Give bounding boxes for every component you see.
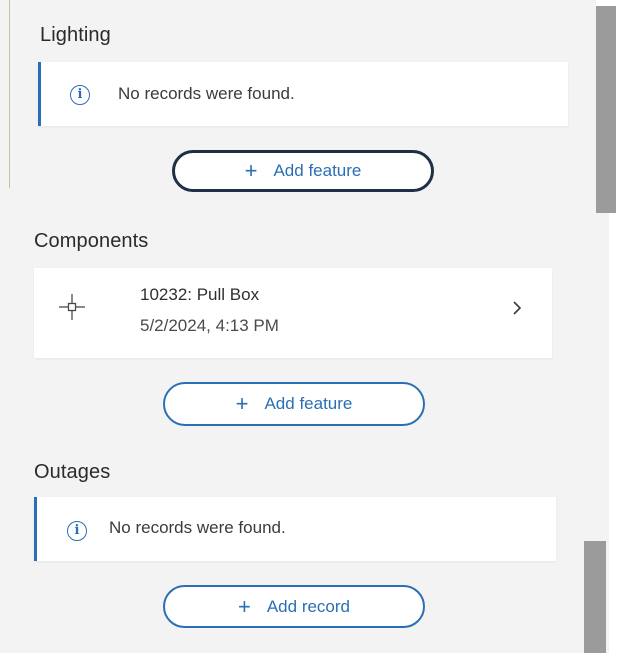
components-section-title: Components — [34, 230, 149, 252]
outages-notice-text: No records were found. — [109, 518, 286, 537]
info-icon: i — [70, 85, 90, 105]
lighting-panel: Lighting i No records were found. + Add … — [0, 0, 596, 213]
outages-empty-notice: i No records were found. — [34, 497, 556, 561]
lighting-section-title: Lighting — [40, 24, 111, 46]
lighting-add-feature-label: Add feature — [273, 161, 362, 180]
record-title: 10232: Pull Box — [140, 285, 260, 304]
lighting-add-feature-button[interactable]: + Add feature — [172, 150, 434, 192]
scrollbar-thumb[interactable] — [596, 6, 616, 213]
plus-icon: + — [244, 158, 258, 183]
lighting-notice-text: No records were found. — [118, 84, 295, 103]
record-date: 5/2/2024, 4:13 PM — [140, 316, 279, 335]
panel-divider — [9, 0, 10, 188]
outages-section-title: Outages — [34, 461, 111, 483]
chevron-right-icon — [513, 301, 522, 315]
point-feature-icon — [59, 294, 85, 320]
plus-icon: + — [237, 593, 251, 619]
info-icon: i — [67, 521, 87, 541]
lighting-empty-notice: i No records were found. — [38, 62, 568, 126]
outages-add-record-label: Add record — [266, 596, 351, 616]
outages-add-record-button[interactable]: + Add record — [163, 585, 425, 628]
plus-icon: + — [235, 391, 249, 416]
scrollbar-thumb[interactable] — [584, 541, 606, 653]
components-add-feature-label: Add feature — [264, 394, 353, 413]
components-add-feature-button[interactable]: + Add feature — [163, 382, 425, 426]
component-record-item[interactable]: 10232: Pull Box 5/2/2024, 4:13 PM — [34, 268, 552, 358]
